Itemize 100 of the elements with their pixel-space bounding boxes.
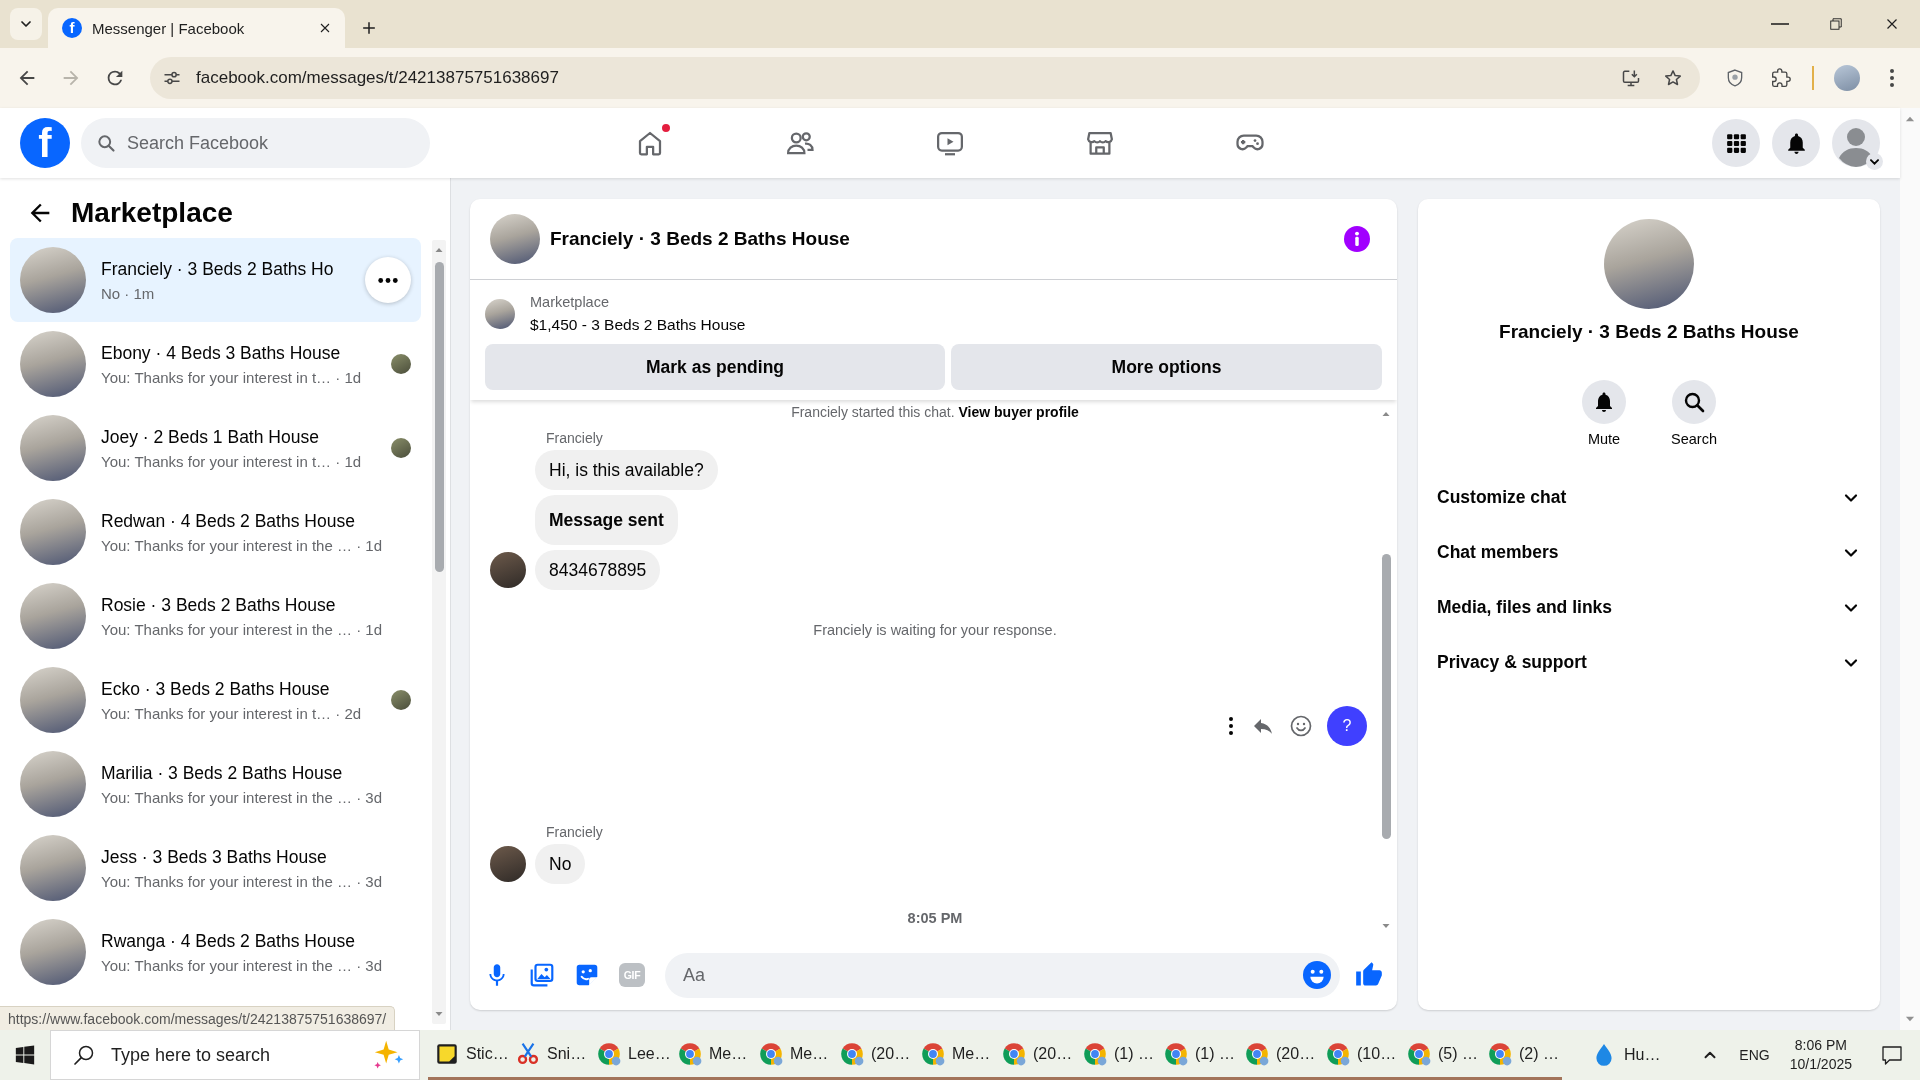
- conversation-title: Rosie · 3 Beds 2 Baths House: [101, 594, 336, 616]
- taskbar-app-button[interactable]: (20…: [1238, 1030, 1319, 1080]
- four-pane-icon[interactable]: [14, 1044, 36, 1066]
- taskbar-app-button[interactable]: Me…: [671, 1030, 752, 1080]
- more-button[interactable]: [365, 257, 411, 303]
- star-icon[interactable]: [1663, 68, 1683, 88]
- speech-bubble-icon[interactable]: [1880, 1043, 1904, 1067]
- conversation-title: Jess · 3 Beds 3 Baths House: [101, 846, 327, 868]
- taskbar-app-button[interactable]: (2) …: [1481, 1030, 1562, 1080]
- tab-list-button[interactable]: [10, 8, 42, 40]
- conversation-item[interactable]: Franciely · 3 Beds 2 Baths Ho No · 1m: [10, 238, 421, 322]
- taskbar-app-button[interactable]: (10…: [1319, 1030, 1400, 1080]
- chat-notice: Franciely started this chat.: [791, 404, 955, 420]
- smiley-icon[interactable]: [1289, 714, 1313, 738]
- section-header[interactable]: Chat members: [1418, 525, 1880, 580]
- browser-tab[interactable]: f Messenger | Facebook: [48, 8, 345, 48]
- avatar: [490, 846, 526, 882]
- restore-icon[interactable]: [1827, 15, 1845, 33]
- search-field[interactable]: Search Facebook: [81, 118, 430, 168]
- timestamp: 8:05 PM: [907, 910, 963, 926]
- scrollbar-thumb[interactable]: [1381, 554, 1391, 839]
- taskbar-app-button[interactable]: (1) …: [1157, 1030, 1238, 1080]
- round-browser-icon: [1001, 1040, 1027, 1067]
- message-bubble: Hi, is this available?: [535, 450, 718, 490]
- taskbar-app-button[interactable]: (20…: [995, 1030, 1076, 1080]
- action-button[interactable]: Mark as pending: [485, 344, 945, 390]
- conversation-title: Ebony · 4 Beds 3 Baths House: [101, 342, 341, 364]
- conversation-item[interactable]: Ebony · 4 Beds 3 Baths House You: Thanks for your interest in t… · 1d: [10, 322, 421, 406]
- menu-button[interactable]: [1712, 119, 1760, 167]
- section-header[interactable]: Customize chat: [1418, 470, 1880, 525]
- help-button[interactable]: ?: [1327, 706, 1367, 746]
- action-button[interactable]: More options: [951, 344, 1382, 390]
- section-header[interactable]: Privacy & support: [1418, 635, 1880, 690]
- listing-source: Marketplace: [530, 294, 609, 310]
- thumbs-up-icon[interactable]: [1355, 961, 1383, 989]
- clock-date[interactable]: 10/1/2025: [1789, 1055, 1852, 1074]
- status-url: https://www.facebook.com/messages/t/24213875751638697/: [0, 1006, 396, 1030]
- mute-button[interactable]: [1582, 380, 1626, 424]
- chevron-down-icon[interactable]: [1866, 153, 1883, 170]
- logo: f: [62, 18, 82, 38]
- conversation-item[interactable]: Rwanga · 4 Beds 2 Baths House You: Thanks for your interest in the … · 3d: [10, 910, 421, 994]
- conversation-preview: You: Thanks for your interest in the … · 3d: [101, 788, 382, 806]
- message-bubble: 8434678895: [535, 550, 661, 590]
- search-icon: [1682, 390, 1706, 414]
- conversation-preview: You: Thanks for your interest in the … · 3d: [101, 956, 382, 974]
- photo-icon[interactable]: [529, 962, 555, 988]
- scrollbar[interactable]: [432, 240, 446, 1024]
- more-vertical-icon[interactable]: [1229, 717, 1233, 735]
- taskbar-app-button[interactable]: Sni…: [509, 1030, 590, 1080]
- more-vertical-icon[interactable]: [1890, 69, 1894, 87]
- conversation-preview: You: Thanks for your interest in t… · 1d: [101, 368, 362, 386]
- taskbar-app-button[interactable]: (20…: [833, 1030, 914, 1080]
- conversation-title: Ecko · 3 Beds 2 Baths House: [101, 678, 330, 700]
- scrollbar[interactable]: [1900, 108, 1920, 1030]
- conversation-item[interactable]: Joey · 2 Beds 1 Bath House You: Thanks for your interest in t… · 1d: [10, 406, 421, 490]
- conversation-item[interactable]: Jess · 3 Beds 3 Baths House You: Thanks for your interest in the … · 3d: [10, 826, 421, 910]
- clock-time[interactable]: 8:06 PM: [1794, 1036, 1847, 1055]
- conversation-item[interactable]: Rosie · 3 Beds 2 Baths House You: Thanks for your interest in the … · 1d: [10, 574, 421, 658]
- taskbar-app-button[interactable]: Stic…: [428, 1030, 509, 1080]
- conversation-title: Marilia · 3 Beds 2 Baths House: [101, 762, 343, 784]
- conversation-preview: You: Thanks for your interest in t… · 2d: [101, 704, 362, 722]
- button-label: Search: [1671, 431, 1717, 447]
- conversation-title: Rwanga · 4 Beds 2 Baths House: [101, 930, 355, 952]
- emoji-icon[interactable]: [1303, 961, 1331, 989]
- sender-name: Franciely: [546, 824, 603, 840]
- conversation-preview: You: Thanks for your interest in the … · 1d: [101, 536, 382, 554]
- chat-name: Franciely · 3 Beds 2 Baths House: [1499, 321, 1799, 343]
- round-browser-icon: [596, 1040, 622, 1067]
- message-input[interactable]: Aa: [665, 952, 1340, 998]
- avatar: [490, 214, 540, 264]
- scrollbar-thumb[interactable]: [434, 262, 444, 572]
- taskbar-app-button[interactable]: (1) …: [1076, 1030, 1157, 1080]
- taskbar-widget-button[interactable]: Hu…: [1582, 1030, 1669, 1080]
- taskbar-app-button[interactable]: Me…: [914, 1030, 995, 1080]
- section-header[interactable]: Media, files and links: [1418, 580, 1880, 635]
- sender-name: Franciely: [546, 430, 603, 446]
- shield-icon[interactable]: [1725, 68, 1745, 88]
- conversation-item[interactable]: Redwan · 4 Beds 2 Baths House You: Thanks for your interest in the … · 1d: [10, 490, 421, 574]
- conversation-item[interactable]: Marilia · 3 Beds 2 Baths House You: Thanks for your interest in the … · 3d: [10, 742, 421, 826]
- conversation-title: Joey · 2 Beds 1 Bath House: [101, 426, 319, 448]
- taskbar-app-button[interactable]: Lee…: [590, 1030, 671, 1080]
- conversation-item[interactable]: Ecko · 3 Beds 2 Baths House You: Thanks for your interest in t… · 2d: [10, 658, 421, 742]
- address-bar[interactable]: facebook.com/messages/t/24213875751638697: [150, 57, 1700, 99]
- search-field[interactable]: Type here to search: [50, 1030, 420, 1080]
- search-button[interactable]: [1672, 380, 1716, 424]
- taskbar-app-button[interactable]: Me…: [752, 1030, 833, 1080]
- notifications-button[interactable]: [1772, 119, 1820, 167]
- taskbar-app-button[interactable]: (5) …: [1400, 1030, 1481, 1080]
- monitor-download-icon[interactable]: [1621, 68, 1641, 88]
- round-browser-icon: [1163, 1040, 1189, 1067]
- buyer-profile-link[interactable]: View buyer profile: [958, 404, 1079, 420]
- avatar[interactable]: [1834, 65, 1860, 91]
- logo[interactable]: f: [20, 118, 70, 168]
- conversation-preview: You: Thanks for your interest in t… · 1d: [101, 452, 362, 470]
- language-indicator[interactable]: ENG: [1739, 1047, 1770, 1063]
- puzzle-icon[interactable]: [1771, 68, 1791, 88]
- info-icon[interactable]: [1344, 226, 1370, 252]
- round-browser-icon: [1082, 1040, 1108, 1067]
- sticker-icon[interactable]: [574, 962, 600, 988]
- listing-title: $1,450 - 3 Beds 2 Baths House: [530, 316, 746, 334]
